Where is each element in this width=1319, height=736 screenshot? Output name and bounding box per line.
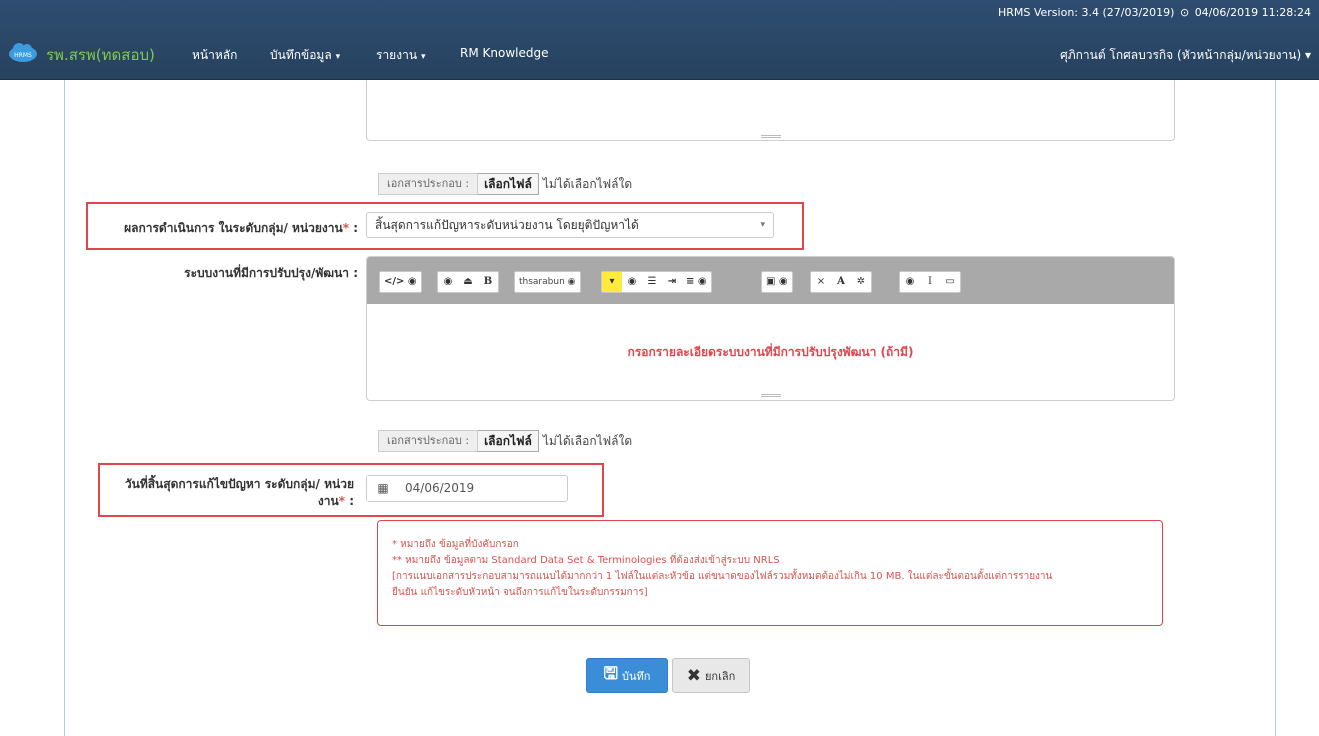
cancel-button[interactable]: ✖ ยกเลิก bbox=[672, 658, 750, 693]
indent-icon[interactable]: ⇥ bbox=[662, 272, 682, 292]
format-icon[interactable]: ⏏ bbox=[458, 272, 478, 292]
special-char-icon[interactable]: ✲ bbox=[851, 272, 871, 292]
fullscreen-icon[interactable]: ▭ bbox=[940, 272, 960, 292]
resize-handle[interactable] bbox=[760, 394, 781, 397]
end-date-label-line2: งาน bbox=[317, 494, 339, 508]
toolbar-group-color: ▾ ◉ ☰ ⇥ ≡ ◉ bbox=[601, 271, 712, 293]
nav-home-label: หน้าหลัก bbox=[192, 48, 238, 62]
editor-toolbar: </> ◉ ◉ ⏏ B thsarabun ◉ ▾ ◉ ☰ ⇥ ≡ ◉ ▣ ◉ … bbox=[367, 257, 1174, 304]
system-improvement-label: ระบบงานที่มีการปรับปรุง/พัฒนา : bbox=[184, 266, 358, 280]
resize-handle[interactable] bbox=[760, 135, 781, 138]
save-button-label: บันทึก bbox=[622, 669, 651, 683]
end-date-label-line2-wrap: งาน* : bbox=[104, 493, 354, 510]
file-upload-row: เอกสารประกอบ : เลือกไฟล์ ไม่ได้เลือกไฟล์… bbox=[378, 172, 632, 196]
end-date-input[interactable]: 04/06/2019 bbox=[399, 476, 474, 501]
notes-box: * หมายถึง ข้อมูลที่บังคับกรอก ** หมายถึง… bbox=[377, 520, 1163, 626]
toolbar-group-misc: × A ✲ bbox=[810, 271, 872, 293]
version-text: HRMS Version: 3.4 (27/03/2019) bbox=[997, 6, 1175, 19]
result-label-text: ผลการดำเนินการ ในระดับกลุ่ม/ หน่วยงาน bbox=[124, 221, 343, 235]
result-label: ผลการดำเนินการ ในระดับกลุ่ม/ หน่วยงาน* : bbox=[70, 219, 358, 238]
nav-report-label: รายงาน bbox=[376, 48, 418, 62]
toolbar-group-view: ◉ I ▭ bbox=[899, 271, 961, 293]
nav-record-label: บันทึกข้อมูล bbox=[270, 48, 332, 62]
user-menu[interactable]: ศุภิกานต์ โกศลบวรกิจ (หัวหน้ากลุ่ม/หน่วย… bbox=[1060, 46, 1311, 65]
clear-format-button[interactable]: × bbox=[811, 272, 831, 292]
font-color-button[interactable]: A bbox=[831, 272, 851, 292]
font-family-label: thsarabun bbox=[519, 277, 565, 287]
save-button[interactable]: 🖫 บันทึก bbox=[586, 658, 668, 693]
note-attachment-rule: [การแนบเอกสารประกอบสามารถแนบได้มากกว่า 1… bbox=[392, 571, 1053, 582]
chevron-down-icon: ▾ bbox=[1301, 48, 1311, 62]
font-family-select[interactable]: thsarabun ◉ bbox=[515, 272, 580, 292]
previous-editor-area[interactable] bbox=[366, 80, 1175, 141]
toolbar-group-font: thsarabun ◉ bbox=[514, 271, 581, 293]
file-upload-label: เอกสารประกอบ : bbox=[378, 173, 479, 195]
chevron-down-icon: ▾ bbox=[760, 220, 765, 230]
note-required: * หมายถึง ข้อมูลที่บังคับกรอก bbox=[392, 539, 519, 550]
file-upload-row: เอกสารประกอบ : เลือกไฟล์ ไม่ได้เลือกไฟล์… bbox=[378, 429, 632, 453]
floppy-disk-icon: 🖫 bbox=[603, 664, 619, 684]
editor-placeholder: กรอกรายละเอียดระบบงานที่มีการปรับปรุงพัฒ… bbox=[627, 345, 914, 359]
nav-rm-knowledge[interactable]: RM Knowledge bbox=[460, 46, 548, 60]
datetime-text: 04/06/2019 11:28:24 bbox=[1194, 6, 1311, 19]
nav-rm-knowledge-label: RM Knowledge bbox=[460, 46, 549, 60]
user-name: ศุภิกานต์ โกศลบวรกิจ (หัวหน้ากลุ่ม/หน่วย… bbox=[1060, 48, 1302, 62]
toolbar-group-style: ◉ ⏏ B bbox=[437, 271, 499, 293]
system-improvement-editor[interactable]: </> ◉ ◉ ⏏ B thsarabun ◉ ▾ ◉ ☰ ⇥ ≡ ◉ ▣ ◉ … bbox=[366, 256, 1175, 401]
close-icon: ✖ bbox=[686, 665, 701, 686]
toolbar-group-code: </> ◉ bbox=[379, 271, 422, 293]
label-colon: : bbox=[345, 494, 354, 508]
top-navbar: HRMS Version: 3.4 (27/03/2019) ⊙ 04/06/2… bbox=[0, 0, 1319, 80]
choose-file-button[interactable]: เลือกไฟล์ bbox=[478, 173, 539, 195]
highlight-color-button[interactable]: ▾ bbox=[602, 272, 622, 292]
result-select[interactable]: สิ้นสุดการแก้ปัญหาระดับหน่วยงาน โดยยุติป… bbox=[366, 212, 774, 238]
code-view-button[interactable]: </> ◉ bbox=[380, 272, 421, 292]
brand-link[interactable]: รพ.สรพ(ทดสอบ) bbox=[46, 43, 155, 67]
chevron-down-icon: ▾ bbox=[421, 52, 426, 62]
file-status-text: ไม่ได้เลือกไฟล์ใด bbox=[542, 176, 633, 191]
bold-button[interactable]: B bbox=[478, 272, 498, 292]
version-info: HRMS Version: 3.4 (27/03/2019) ⊙ 04/06/2… bbox=[998, 6, 1311, 19]
logo-text: HRMS bbox=[14, 52, 32, 59]
image-insert-icon[interactable]: ▣ ◉ bbox=[762, 272, 792, 292]
color-dropdown-icon[interactable]: ◉ bbox=[622, 272, 642, 292]
result-select-value: สิ้นสุดการแก้ปัญหาระดับหน่วยงาน โดยยุติป… bbox=[375, 218, 639, 232]
italic-button[interactable]: I bbox=[920, 272, 940, 292]
file-status-text: ไม่ได้เลือกไฟล์ใด bbox=[542, 433, 633, 448]
code-view-label: </> bbox=[384, 276, 405, 287]
settings-dropdown-icon[interactable]: ◉ bbox=[900, 272, 920, 292]
end-date-label-line1: วันที่สิ้นสุดการแก้ไขปัญหา ระดับกลุ่ม/ ห… bbox=[124, 477, 354, 491]
clock-icon: ⊙ bbox=[1179, 6, 1190, 19]
label-colon: : bbox=[349, 221, 358, 235]
note-attachment-rule-cont: ยืนยัน แก้ไขระดับหัวหน้า จนถึงการแก้ไขใน… bbox=[392, 587, 648, 598]
list-icon[interactable]: ☰ bbox=[642, 272, 662, 292]
end-date-field[interactable]: ▦ 04/06/2019 bbox=[366, 475, 568, 502]
toolbar-group-media: ▣ ◉ bbox=[761, 271, 793, 293]
align-icon[interactable]: ≡ ◉ bbox=[682, 272, 711, 292]
cancel-button-label: ยกเลิก bbox=[704, 669, 736, 683]
note-standard-data: ** หมายถึง ข้อมูลตาม Standard Data Set &… bbox=[392, 555, 780, 566]
style-dropdown-icon[interactable]: ◉ bbox=[438, 272, 458, 292]
file-upload-label: เอกสารประกอบ : bbox=[378, 430, 479, 452]
nav-home[interactable]: หน้าหลัก bbox=[192, 46, 237, 65]
chevron-down-icon: ▾ bbox=[335, 52, 341, 62]
end-date-label: วันที่สิ้นสุดการแก้ไขปัญหา ระดับกลุ่ม/ ห… bbox=[104, 476, 354, 510]
content-panel bbox=[64, 80, 1276, 736]
nav-report[interactable]: รายงาน ▾ bbox=[376, 46, 426, 65]
nav-record-data[interactable]: บันทึกข้อมูล ▾ bbox=[270, 46, 340, 65]
calendar-icon[interactable]: ▦ bbox=[367, 476, 399, 501]
choose-file-button[interactable]: เลือกไฟล์ bbox=[478, 430, 539, 452]
hrms-cloud-logo[interactable]: HRMS bbox=[8, 41, 38, 63]
